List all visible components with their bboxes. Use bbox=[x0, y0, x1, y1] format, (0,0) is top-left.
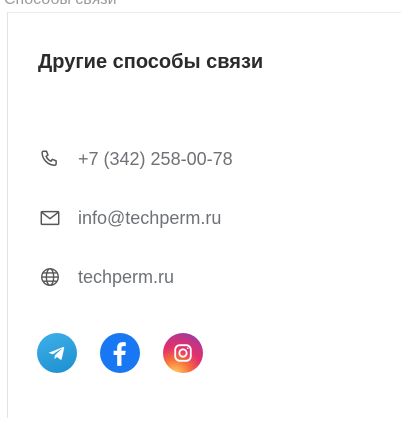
website-link[interactable]: techperm.ru bbox=[78, 267, 174, 288]
contact-phone-row[interactable]: +7 (342) 258-00-78 bbox=[38, 144, 233, 174]
phone-number[interactable]: +7 (342) 258-00-78 bbox=[78, 149, 233, 170]
page: Способы связи Другие способы связи +7 (3… bbox=[0, 0, 401, 421]
social-links bbox=[37, 333, 226, 373]
facebook-button[interactable] bbox=[100, 333, 140, 373]
previous-section-clipped: Способы связи bbox=[0, 0, 401, 8]
instagram-icon bbox=[174, 344, 192, 362]
contacts-title: Другие способы связи bbox=[38, 51, 264, 73]
telegram-button[interactable] bbox=[37, 333, 77, 373]
contact-website-row[interactable]: techperm.ru bbox=[38, 262, 174, 292]
telegram-icon bbox=[48, 346, 65, 360]
contacts-card: Другие способы связи +7 (342) 258-00-78 … bbox=[7, 12, 401, 418]
globe-icon bbox=[38, 265, 62, 289]
facebook-icon bbox=[113, 342, 126, 366]
instagram-button[interactable] bbox=[163, 333, 203, 373]
phone-icon bbox=[38, 147, 62, 171]
contact-email-row[interactable]: info@techperm.ru bbox=[38, 203, 221, 233]
mail-icon bbox=[38, 206, 62, 230]
email-address[interactable]: info@techperm.ru bbox=[78, 208, 221, 229]
clipped-heading: Способы связи bbox=[4, 0, 117, 8]
